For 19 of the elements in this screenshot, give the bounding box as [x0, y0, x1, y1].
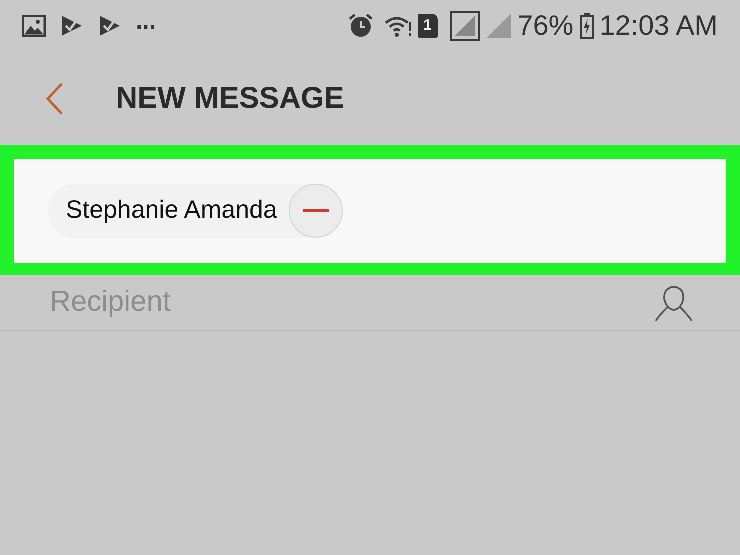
sim-badge: 1 — [418, 14, 438, 38]
recipient-chip[interactable]: Stephanie Amanda — [48, 184, 344, 238]
wifi-icon — [384, 14, 412, 38]
alarm-icon — [348, 13, 374, 39]
back-icon[interactable] — [44, 82, 66, 116]
recipient-name: Stephanie Amanda — [66, 195, 278, 226]
remove-button[interactable] — [289, 184, 344, 238]
signal-icon — [486, 13, 512, 39]
clock-time: 12:03 AM — [600, 9, 718, 43]
battery-charging-icon — [580, 13, 594, 39]
overflow-indicator: ... — [136, 10, 156, 34]
check-flag-icon — [60, 15, 84, 37]
image-icon — [22, 15, 46, 37]
battery-percent: 76% — [518, 9, 574, 43]
screen-title: NEW MESSAGE — [116, 81, 344, 117]
check-flag-icon — [98, 15, 122, 37]
signal-icon — [450, 11, 480, 41]
recipient-field[interactable]: Recipient — [50, 280, 450, 324]
minus-icon — [303, 209, 330, 213]
